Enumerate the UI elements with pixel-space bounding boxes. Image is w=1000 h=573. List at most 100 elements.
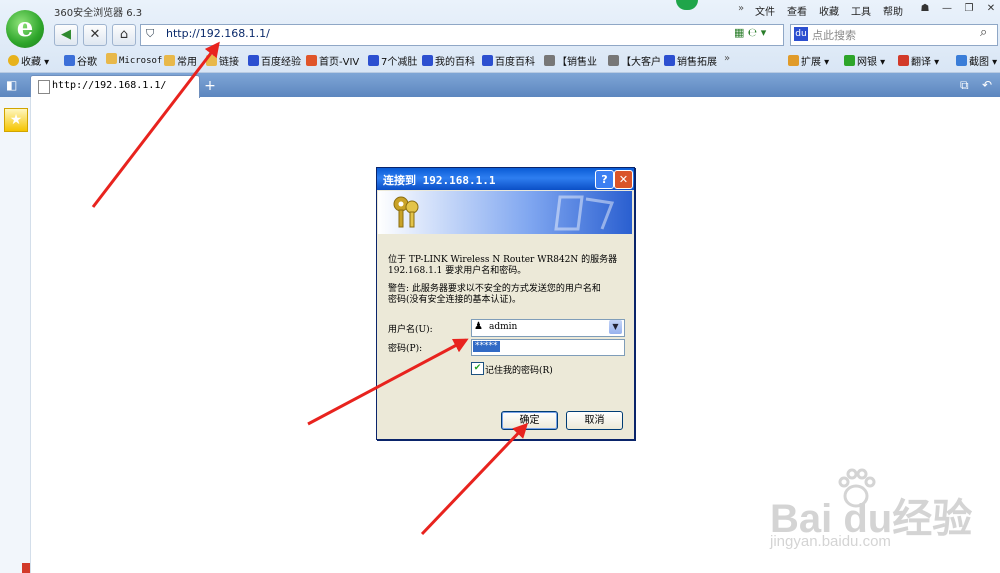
paw-icon [482,55,493,66]
page-icon [306,55,317,66]
bookmark-item[interactable]: 首页-VIV [306,53,359,68]
tab-label: http://192.168.1.1/ [52,80,167,91]
search-input[interactable]: 点此搜索 [812,27,856,43]
banking-button[interactable]: 网银 ▾ [844,53,885,68]
bookmark-label: Microsof [119,56,163,66]
menu-file[interactable]: 文件 [755,3,775,18]
tab-list-icon[interactable]: ⧉ [960,78,969,93]
bookmark-label: 谷歌 [77,57,97,68]
folder-icon [106,53,117,64]
google-icon [64,55,75,66]
paw-icon [368,55,379,66]
sidebar [0,97,31,573]
bookmark-label: 常用 [177,57,197,68]
bookmark-item[interactable]: 【销售业 [544,53,597,68]
extensions-icon [788,55,799,66]
translate-button[interactable]: 翻译 ▾ [898,53,939,68]
bookmarks-overflow-icon[interactable]: » [724,53,730,64]
bookmark-label: 销售拓展 [677,57,717,68]
close-window-button[interactable]: ✕ [980,1,1000,17]
back-button[interactable]: ◀ [54,24,78,46]
bookmark-label: 百度百科 [495,57,535,68]
search-icon[interactable]: ⌕ [980,25,987,40]
toolbar-label: 网银 [857,57,877,68]
remember-password-checkbox[interactable]: ✔ [471,362,484,375]
menu-favorites[interactable]: 收藏 [819,3,839,18]
watermark-url: jingyan.baidu.com [770,533,891,550]
banner-decoration-icon [554,195,615,231]
address-actions-icon[interactable]: ▦ ℮ ▾ [734,26,766,39]
baidu-paw-icon [838,468,876,508]
page-icon [38,80,50,94]
arrow-to-ok-icon [420,422,529,536]
bookmark-item[interactable]: 常用 [164,53,197,68]
bookmark-item[interactable]: 百度经验 [248,53,301,68]
address-input[interactable]: http://192.168.1.1/ [166,27,270,40]
bookmark-label: 我的百科 [435,57,475,68]
cancel-button[interactable]: 取消 [566,411,623,430]
toolbar-label: 翻译 [911,57,931,68]
favorites-star-icon[interactable]: ★ [4,108,28,132]
username-value[interactable]: admin [489,322,517,332]
username-label: 用户名(U): [388,325,433,335]
scissors-icon [956,55,967,66]
sidebar-toggle-icon[interactable]: ◧ [6,78,17,92]
bookmark-label: 【销售业 [557,57,597,68]
password-value[interactable]: ***** [473,341,500,352]
new-tab-button[interactable]: + [202,78,218,94]
skin-icon[interactable]: ☗ [914,1,936,17]
dialog-close-button[interactable]: ✕ [614,170,633,189]
keys-icon [393,196,419,228]
menu-view[interactable]: 查看 [787,3,807,18]
notification-icon[interactable] [22,563,30,573]
screenshot-button[interactable]: 截图 ▾ [956,53,997,68]
bookmark-favorites[interactable]: 收藏 ▾ [8,53,49,68]
paw-icon [248,55,259,66]
shield-icon[interactable]: ⛉ [146,27,160,41]
bookmark-label: 收藏 [21,57,41,68]
chevron-down-icon[interactable]: ▼ [609,320,622,334]
minimize-button[interactable]: — [936,1,958,17]
bookmark-label: 7个减肚 [381,57,418,68]
restore-button[interactable]: ❐ [958,1,980,17]
undo-close-icon[interactable]: ↶ [982,78,992,92]
bookmark-item[interactable]: 我的百科 [422,53,475,68]
menu-overflow-icon[interactable]: » [738,3,744,14]
translate-icon [898,55,909,66]
bookmark-item[interactable]: 销售拓展 [664,53,717,68]
bookmark-label: 首页-VIV [319,57,360,68]
extensions-button[interactable]: 扩展 ▾ [788,53,829,68]
toolbar-label: 截图 [969,57,989,68]
bookmark-label: 【大客户 [621,57,661,68]
remember-password-label[interactable]: 记住我的密码(R) [485,363,553,376]
stop-button[interactable]: ✕ [83,24,107,46]
user-icon: ♟ [474,321,483,332]
hand-icon [544,55,555,66]
browser-logo-icon: e [6,10,44,48]
ok-button[interactable]: 确定 [501,411,558,430]
bookmark-item[interactable]: 百度百科 [482,53,535,68]
shield-icon [844,55,855,66]
home-button[interactable]: ⌂ [112,24,136,46]
dialog-warning-line2: 密码(没有安全连接的基本认证)。 [388,295,522,305]
bookmark-item[interactable]: 谷歌 [64,53,97,68]
toolbar-label: 扩展 [801,57,821,68]
bookmark-item[interactable]: 链接 [206,53,239,68]
app-title: 360安全浏览器 6.3 [54,8,143,19]
paw-icon [422,55,433,66]
bookmark-item[interactable]: 【大客户 [608,53,661,68]
folder-icon [206,55,217,66]
paw-icon [664,55,675,66]
bookmark-item[interactable]: 7个减肚 [368,53,417,68]
bookmark-item[interactable]: Microsof [106,53,162,66]
dialog-title: 连接到 192.168.1.1 [383,174,496,187]
menu-help[interactable]: 帮助 [883,3,903,18]
dialog-message-line2: 192.168.1.1 要求用户名和密码。 [388,266,527,276]
help-button[interactable]: ? [595,170,614,189]
folder-icon [164,55,175,66]
search-engine-icon[interactable]: du [794,27,808,41]
menu-tools[interactable]: 工具 [851,3,871,18]
star-icon [8,55,19,66]
bookmark-label: 链接 [219,57,239,68]
hand-icon [608,55,619,66]
